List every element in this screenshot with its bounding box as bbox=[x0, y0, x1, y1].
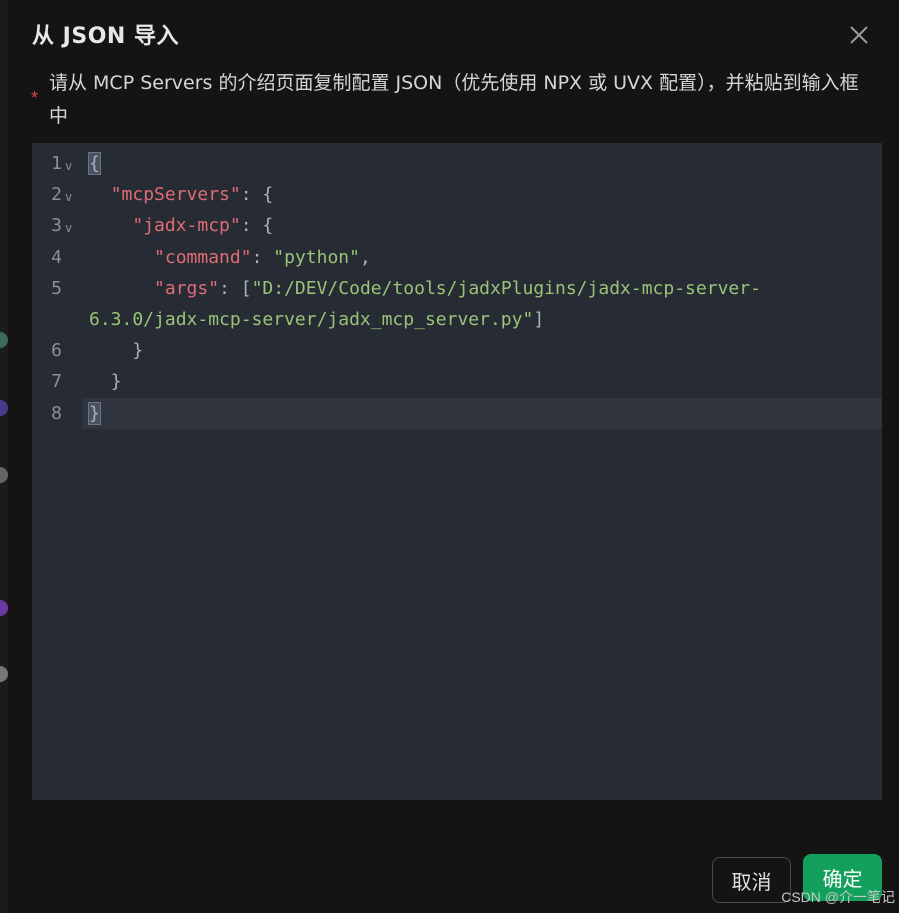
line-number: 5 bbox=[51, 278, 62, 299]
line-number: 4 bbox=[51, 247, 62, 268]
background-icon bbox=[0, 400, 8, 416]
line-number: 1 bbox=[51, 153, 62, 174]
code-line: 4 "command": "python", bbox=[32, 242, 882, 273]
code-token: "mcpServers" bbox=[110, 184, 241, 205]
watermark: CSDN @介一笔记 bbox=[781, 889, 895, 905]
code-token: "args" bbox=[154, 278, 220, 299]
code-line: 1 v { bbox=[32, 148, 882, 179]
code-token: "jadx-mcp" bbox=[132, 215, 241, 236]
field-description: 请从 MCP Servers 的介绍页面复制配置 JSON（优先使用 NPX 或… bbox=[49, 72, 859, 127]
background-icon bbox=[0, 332, 8, 348]
fold-toggle-icon[interactable]: v bbox=[65, 151, 72, 182]
code-token: "python" bbox=[273, 247, 360, 268]
code-token: } bbox=[132, 340, 144, 361]
line-number: 2 bbox=[51, 184, 62, 205]
background-icon bbox=[0, 600, 8, 616]
line-number: 6 bbox=[51, 340, 62, 361]
background-icon bbox=[0, 666, 8, 682]
code-line: 3 v "jadx-mcp": { bbox=[32, 210, 882, 241]
line-number: 3 bbox=[51, 215, 62, 236]
dialog-title: 从 JSON 导入 bbox=[32, 24, 179, 49]
code-line: 5 "args": ["D:/DEV/Code/tools/jadxPlugin… bbox=[32, 273, 882, 304]
line-number: 8 bbox=[51, 403, 62, 424]
import-json-dialog: 从 JSON 导入 * 请从 MCP Servers 的介绍页面复制配置 JSO… bbox=[8, 0, 899, 913]
line-number: 7 bbox=[51, 371, 62, 392]
code-token: { bbox=[88, 152, 101, 175]
background-icon bbox=[0, 467, 8, 483]
close-icon bbox=[850, 26, 868, 44]
code-line: 6 } bbox=[32, 335, 882, 366]
close-button[interactable] bbox=[846, 22, 872, 48]
fold-toggle-icon[interactable]: v bbox=[65, 182, 72, 213]
code-token: "D:/DEV/Code/tools/jadxPlugins/jadx-mcp-… bbox=[251, 278, 761, 299]
code-token: "command" bbox=[154, 247, 252, 268]
code-line: 7 } bbox=[32, 366, 882, 397]
code-line: 2 v "mcpServers": { bbox=[32, 179, 882, 210]
required-mark: * bbox=[31, 88, 39, 108]
cancel-button[interactable]: 取消 bbox=[712, 857, 791, 903]
json-code-editor[interactable]: 1 v { 2 v "mcpServers": { 3 v "jadx-mcp"… bbox=[32, 143, 882, 800]
code-line: 8 } bbox=[32, 398, 882, 429]
fold-toggle-icon[interactable]: v bbox=[65, 213, 72, 244]
code-token: } bbox=[110, 371, 122, 392]
code-token: } bbox=[88, 402, 101, 425]
code-token: 6.3.0/jadx-mcp-server/jadx_mcp_server.py… bbox=[89, 309, 534, 330]
code-line-wrap: 6.3.0/jadx-mcp-server/jadx_mcp_server.py… bbox=[89, 309, 545, 330]
